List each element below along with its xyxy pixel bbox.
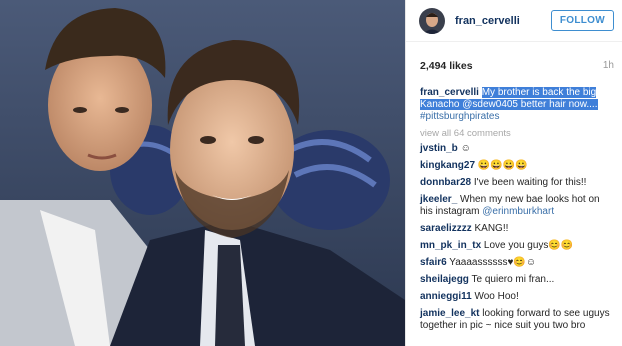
comment-item: sheilajegg Te quiero mi fran... (420, 274, 614, 286)
post-photo[interactable] (0, 0, 405, 346)
comment-item: sfair6 Yaaaassssss♥😊☺ (420, 257, 614, 269)
follow-button[interactable]: FOLLOW (550, 10, 614, 31)
timestamp[interactable]: 1h (603, 60, 614, 72)
comment-item: saraelizzzz KANG!! (420, 223, 614, 235)
comment-text: I've been waiting for this!! (473, 177, 587, 188)
comment-list: jvstin_b ☺ kingkang27 😀😀😀😀 donnbar28 I'v… (406, 139, 622, 332)
comment-text: Yaaaassssss♥😊☺ (449, 257, 537, 268)
comment-mention[interactable]: @erinmburkhart (482, 206, 554, 217)
likes-count[interactable]: 2,494 likes (420, 60, 473, 72)
avatar[interactable] (419, 7, 445, 34)
comment-item: mn_pk_in_tx Love you guys😊😊 (420, 240, 614, 252)
post-sidebar: fran_cervelli FOLLOW 2,494 likes 1h fran… (405, 0, 622, 346)
comment-text: 😀😀😀😀 (477, 160, 528, 171)
comment-username[interactable]: sheilajegg (420, 274, 469, 285)
comment-text: Woo Hoo! (474, 291, 519, 302)
comment-username[interactable]: mn_pk_in_tx (420, 240, 481, 251)
comment-item: jvstin_b ☺ (420, 143, 614, 155)
username-link[interactable]: fran_cervelli (455, 15, 551, 27)
caption-hashtag[interactable]: #pittsburghpirates (420, 111, 500, 122)
comment-username[interactable]: kingkang27 (420, 160, 475, 171)
comment-username[interactable]: saraelizzzz (420, 223, 472, 234)
comment-username[interactable]: jvstin_b (420, 143, 458, 154)
comment-text: Te quiero mi fran... (471, 274, 555, 285)
comment-username[interactable]: sfair6 (420, 257, 447, 268)
likes-row: 2,494 likes 1h (406, 42, 622, 72)
comment-text: Love you guys😊😊 (483, 240, 574, 251)
comment-text: KANG!! (474, 223, 509, 234)
post-caption: fran_cervelli My brother is back the big… (406, 72, 622, 123)
comment-username[interactable]: donnbar28 (420, 177, 471, 188)
comment-text: ☺ (460, 143, 471, 154)
comment-item: kingkang27 😀😀😀😀 (420, 160, 614, 172)
comment-item: donnbar28 I've been waiting for this!! (420, 177, 614, 189)
comment-username[interactable]: jamie_lee_kt (420, 308, 480, 319)
comment-item: jamie_lee_kt looking forward to see uguy… (420, 308, 614, 332)
caption-username[interactable]: fran_cervelli (420, 87, 479, 98)
comment-username[interactable]: annieggi11 (420, 291, 472, 302)
comment-item: annieggi11 Woo Hoo! (420, 291, 614, 303)
post-header: fran_cervelli FOLLOW (406, 0, 622, 42)
comment-item: jkeeler_ When my new bae looks hot on hi… (420, 194, 614, 218)
view-all-comments-link[interactable]: view all 64 comments (406, 123, 622, 139)
comment-username[interactable]: jkeeler_ (420, 194, 457, 205)
